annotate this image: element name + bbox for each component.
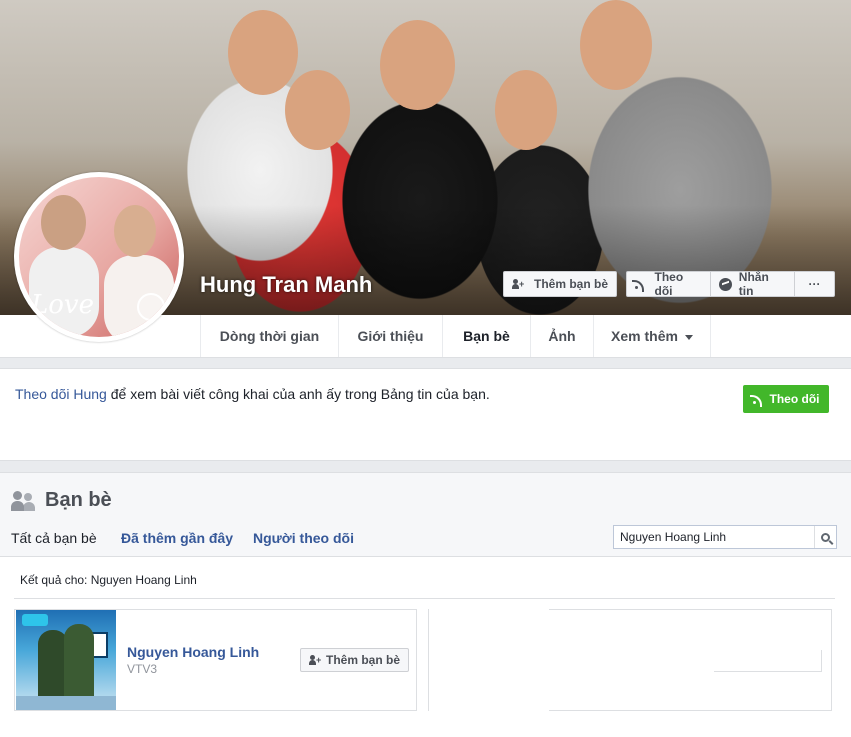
cover-face bbox=[380, 20, 455, 110]
friends-search-input[interactable] bbox=[614, 526, 814, 548]
add-friend-icon: + bbox=[309, 655, 321, 665]
cover-face bbox=[495, 70, 557, 150]
empty-friend-card bbox=[428, 608, 832, 714]
avatar-seal-icon bbox=[137, 293, 165, 321]
friends-title: Bạn bè bbox=[11, 489, 112, 512]
cover-face bbox=[285, 70, 350, 150]
cover-face bbox=[580, 0, 652, 90]
friends-icon bbox=[11, 490, 35, 511]
tab-photos[interactable]: Ảnh bbox=[530, 315, 593, 357]
follow-icon bbox=[749, 394, 763, 407]
follow-prompt-rest: để xem bài viết công khai của anh ấy tro… bbox=[106, 386, 490, 402]
friend-thumbnail[interactable] bbox=[16, 610, 116, 710]
tab-label: Bạn bè bbox=[463, 328, 510, 344]
tab-all-friends[interactable]: Tất cả bạn bè bbox=[11, 530, 97, 546]
search-icon bbox=[821, 532, 830, 542]
tab-label: Ảnh bbox=[548, 328, 576, 344]
tab-timeline[interactable]: Dòng thời gian bbox=[200, 315, 338, 357]
profile-name[interactable]: Hung Tran Manh bbox=[200, 272, 372, 298]
search-button[interactable] bbox=[814, 526, 836, 548]
tab-label: Giới thiệu bbox=[357, 328, 424, 344]
follow-prompt-panel: Theo dõi Hung để xem bài viết công khai … bbox=[0, 368, 851, 461]
follow-green-label: Theo dõi bbox=[769, 392, 820, 406]
divider bbox=[14, 598, 835, 599]
cover-action-group: Theo dõi Nhắn tin ··· bbox=[626, 270, 835, 298]
add-friend-button[interactable]: + Thêm bạn bè bbox=[503, 271, 618, 297]
tab-followers[interactable]: Người theo dõi bbox=[253, 530, 354, 546]
friend-subtitle: VTV3 bbox=[127, 662, 158, 676]
follow-green-button[interactable]: Theo dõi bbox=[743, 385, 829, 413]
add-friend-label: Thêm bạn bè bbox=[326, 653, 401, 667]
friends-header: Bạn bè Tất cả bạn bè Đã thêm gần đây Ngư… bbox=[0, 473, 851, 557]
avatar-love-text: Love bbox=[31, 290, 94, 320]
tab-friends[interactable]: Bạn bè bbox=[442, 315, 530, 357]
friend-card: Nguyen Hoang Linh VTV3 + Thêm bạn bè bbox=[14, 609, 417, 711]
friends-heading: Bạn bè bbox=[45, 489, 112, 511]
follow-icon bbox=[632, 279, 645, 292]
add-friend-label: Thêm bạn bè bbox=[534, 277, 609, 291]
results-label: Kết quả cho: Nguyen Hoang Linh bbox=[20, 573, 197, 587]
tab-about[interactable]: Giới thiệu bbox=[338, 315, 442, 357]
add-friend-icon: + bbox=[512, 279, 524, 289]
tab-more[interactable]: Xem thêm bbox=[593, 315, 711, 357]
follow-label: Theo dõi bbox=[654, 270, 684, 298]
tab-label: Dòng thời gian bbox=[219, 328, 320, 344]
friends-search bbox=[613, 525, 837, 549]
follow-profile-link[interactable]: Theo dõi Hung bbox=[15, 386, 107, 402]
chevron-down-icon bbox=[684, 334, 693, 340]
more-options-button[interactable]: ··· bbox=[795, 271, 835, 297]
tab-label: Xem thêm bbox=[611, 328, 678, 344]
messenger-icon bbox=[719, 277, 732, 291]
profile-avatar[interactable]: Love bbox=[14, 172, 184, 342]
follow-button[interactable]: Theo dõi bbox=[626, 270, 711, 298]
more-icon: ··· bbox=[808, 277, 821, 291]
friend-name[interactable]: Nguyen Hoang Linh bbox=[127, 644, 259, 660]
friends-section: Bạn bè Tất cả bạn bè Đã thêm gần đây Ngư… bbox=[0, 472, 851, 737]
message-label: Nhắn tin bbox=[738, 270, 769, 298]
message-button[interactable]: Nhắn tin bbox=[711, 270, 795, 298]
add-friend-button[interactable]: + Thêm bạn bè bbox=[300, 648, 410, 672]
follow-prompt-text: Theo dõi Hung để xem bài viết công khai … bbox=[15, 386, 490, 402]
cover-face bbox=[228, 10, 298, 95]
tab-recently-added[interactable]: Đã thêm gần đây bbox=[121, 530, 233, 546]
